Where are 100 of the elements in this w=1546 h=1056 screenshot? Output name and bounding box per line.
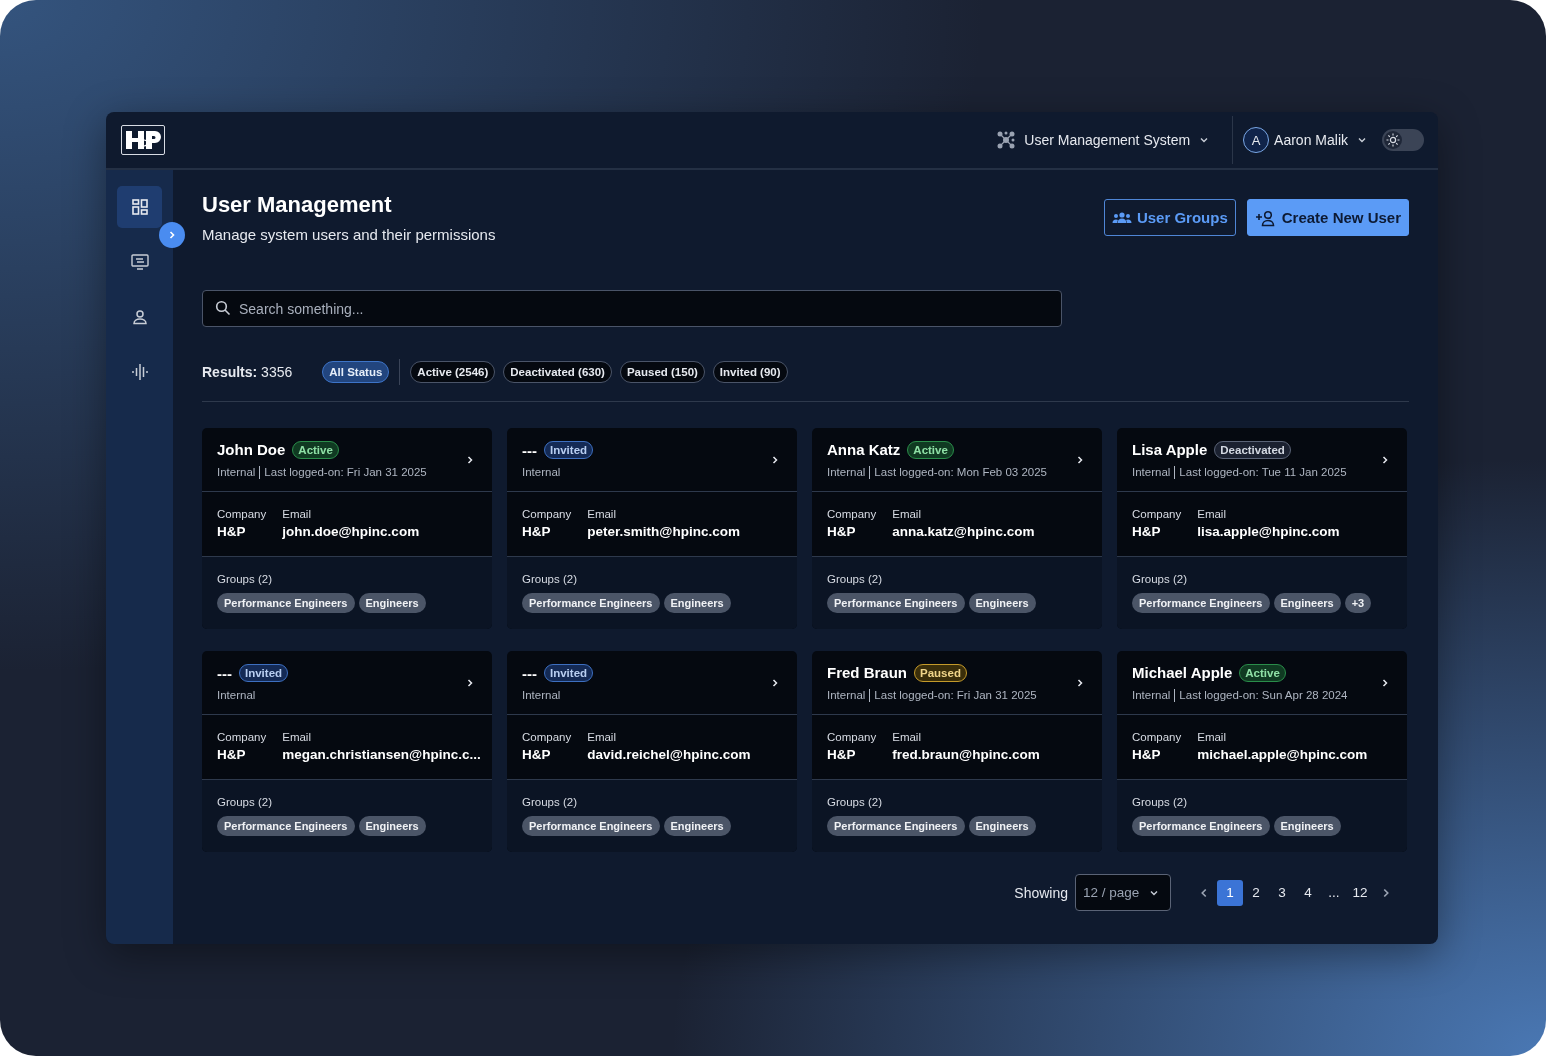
avatar: A	[1243, 127, 1270, 153]
user-name: Anna Katz	[827, 441, 901, 458]
field-label: Email	[282, 731, 312, 743]
user-card[interactable]: --- Invited Internal Company H&P Email megan.christiansen@hpinc.c... Groups (2) Performance Engineers Engineers	[202, 651, 492, 852]
company-value: H&P	[1132, 747, 1162, 762]
add-user-icon	[1254, 208, 1277, 227]
user-name: Lisa Apple	[1132, 441, 1208, 458]
status-badge: Paused	[914, 663, 967, 682]
email-value: john.doe@hpinc.com	[282, 524, 420, 539]
user-card[interactable]: --- Invited Internal Company H&P Email peter.smith@hpinc.com Groups (2) Performance Engineers Engineers	[507, 428, 797, 629]
field-label: Company	[1132, 508, 1182, 520]
company-value: H&P	[827, 747, 857, 762]
page-button[interactable]: ...	[1321, 879, 1347, 906]
group-tag: Engineers	[358, 593, 426, 613]
system-selector[interactable]: User Management System	[996, 130, 1211, 150]
field-label: Company	[827, 731, 877, 743]
user-card[interactable]: Michael Apple Active Internal Last logged-on: Sun Apr 28 2024 Company H&P Email michael.apple@hpinc.com Groups (2) Performance Engineers Engineers	[1117, 651, 1407, 852]
group-tag: Performance Engineers	[1132, 593, 1270, 613]
groups-label: Groups (2)	[1132, 573, 1188, 585]
nav-dashboard-item[interactable]	[117, 186, 162, 228]
user-name: ---	[522, 441, 537, 459]
group-tag: Engineers	[358, 816, 426, 836]
user-type: Internal	[827, 466, 866, 478]
user-name: Fred Braun	[827, 664, 907, 681]
page-subtitle: Manage system users and their permissions	[202, 226, 496, 243]
user-type: Internal	[522, 466, 561, 478]
user-name: ---	[522, 664, 537, 682]
last-login: Last logged-on: Mon Feb 03 2025	[874, 466, 1047, 478]
group-tag: Performance Engineers	[827, 593, 965, 613]
user-groups-button[interactable]: User Groups	[1103, 199, 1236, 236]
group-tag: Engineers	[663, 816, 731, 836]
page-button[interactable]: 3	[1269, 879, 1295, 906]
groups-label: Groups (2)	[217, 573, 273, 585]
user-card[interactable]: John Doe Active Internal Last logged-on: Fri Jan 31 2025 Company H&P Email john.doe@hpinc.com Groups (2) Performance Engineers Engineers	[202, 428, 492, 629]
user-type: Internal	[1132, 689, 1171, 701]
user-type: Internal	[1132, 466, 1171, 478]
status-badge: Active	[1239, 663, 1286, 682]
group-tag: +3	[1344, 593, 1372, 613]
field-label: Company	[217, 731, 267, 743]
status-filter-chip[interactable]: Deactivated (630)	[503, 361, 612, 383]
page-button[interactable]: 1	[1217, 879, 1243, 906]
showing-label: Showing	[1014, 884, 1068, 901]
user-name: John Doe	[217, 441, 286, 458]
group-tag: Engineers	[1273, 593, 1341, 613]
page-size-select[interactable]: 12 / page	[1075, 874, 1171, 911]
email-value: anna.katz@hpinc.com	[892, 524, 1035, 539]
dashboard-icon	[129, 197, 150, 217]
last-login: Last logged-on: Tue 11 Jan 2025	[1179, 466, 1347, 478]
group-tag: Engineers	[663, 593, 731, 613]
user-type: Internal	[217, 466, 256, 478]
user-name: ---	[217, 664, 232, 682]
theme-toggle[interactable]	[1382, 129, 1424, 151]
status-badge: Invited	[544, 441, 594, 459]
user-card[interactable]: Fred Braun Paused Internal Last logged-on: Fri Jan 31 2025 Company H&P Email fred.braun@hpinc.com Groups (2) Performance Engineers Engineers	[812, 651, 1102, 852]
status-badge: Deactivated	[1214, 440, 1291, 459]
page-button[interactable]: 2	[1243, 879, 1269, 906]
field-label: Company	[827, 508, 877, 520]
groups-label: Groups (2)	[827, 573, 883, 585]
search-icon	[215, 300, 231, 316]
user-type: Internal	[217, 689, 256, 701]
field-label: Email	[587, 508, 617, 520]
expand-button[interactable]	[159, 222, 185, 248]
groups-label: Groups (2)	[217, 796, 273, 808]
group-tag: Performance Engineers	[522, 816, 660, 836]
groups-label: Groups (2)	[827, 796, 883, 808]
company-value: H&P	[1132, 524, 1162, 539]
user-card[interactable]: Anna Katz Active Internal Last logged-on: Mon Feb 03 2025 Company H&P Email anna.katz@hpinc.com Groups (2) Performance Engineers Engineers	[812, 428, 1102, 629]
group-tag: Engineers	[968, 816, 1036, 836]
email-value: michael.apple@hpinc.com	[1197, 747, 1368, 762]
logo-icon	[121, 125, 165, 155]
last-login: Last logged-on: Fri Jan 31 2025	[874, 689, 1037, 701]
results-count: Results: 3356	[202, 364, 293, 380]
user-type: Internal	[827, 689, 866, 701]
company-value: H&P	[217, 524, 247, 539]
email-value: megan.christiansen@hpinc.c...	[282, 747, 481, 762]
status-filter-chip[interactable]: Active (2546)	[410, 361, 496, 383]
group-tag: Engineers	[1273, 816, 1341, 836]
status-filter-chip[interactable]: Paused (150)	[619, 361, 705, 383]
field-label: Company	[1132, 731, 1182, 743]
create-user-button[interactable]: Create New User	[1246, 199, 1409, 236]
page-button[interactable]: 12	[1347, 879, 1373, 906]
field-label: Email	[282, 508, 312, 520]
group-tag: Performance Engineers	[522, 593, 660, 613]
email-value: david.reichel@hpinc.com	[587, 747, 751, 762]
user-card[interactable]: Lisa Apple Deactivated Internal Last logged-on: Tue 11 Jan 2025 Company H&P Email lisa.apple@hpinc.com Groups (2) Performance Engineers Engineers +3	[1117, 428, 1407, 629]
sun-icon	[1386, 133, 1400, 147]
user-card[interactable]: --- Invited Internal Company H&P Email david.reichel@hpinc.com Groups (2) Performance Engineers Engineers	[507, 651, 797, 852]
sound-wave-icon	[129, 362, 150, 382]
email-value: lisa.apple@hpinc.com	[1197, 524, 1340, 539]
company-value: H&P	[217, 747, 247, 762]
last-login: Last logged-on: Sun Apr 28 2024	[1179, 689, 1348, 701]
search-field[interactable]: Search something...	[202, 290, 1062, 327]
status-badge: Invited	[239, 664, 289, 682]
page-title: User Management	[202, 192, 393, 218]
status-badge: Invited	[544, 664, 594, 682]
status-filter-chip[interactable]: Invited (90)	[712, 361, 788, 383]
field-label: Email	[587, 731, 617, 743]
user-menu[interactable]: A Aaron Malik	[1243, 127, 1368, 153]
page-button[interactable]: 4	[1295, 879, 1321, 906]
status-filter-chip[interactable]: All Status	[322, 361, 390, 383]
